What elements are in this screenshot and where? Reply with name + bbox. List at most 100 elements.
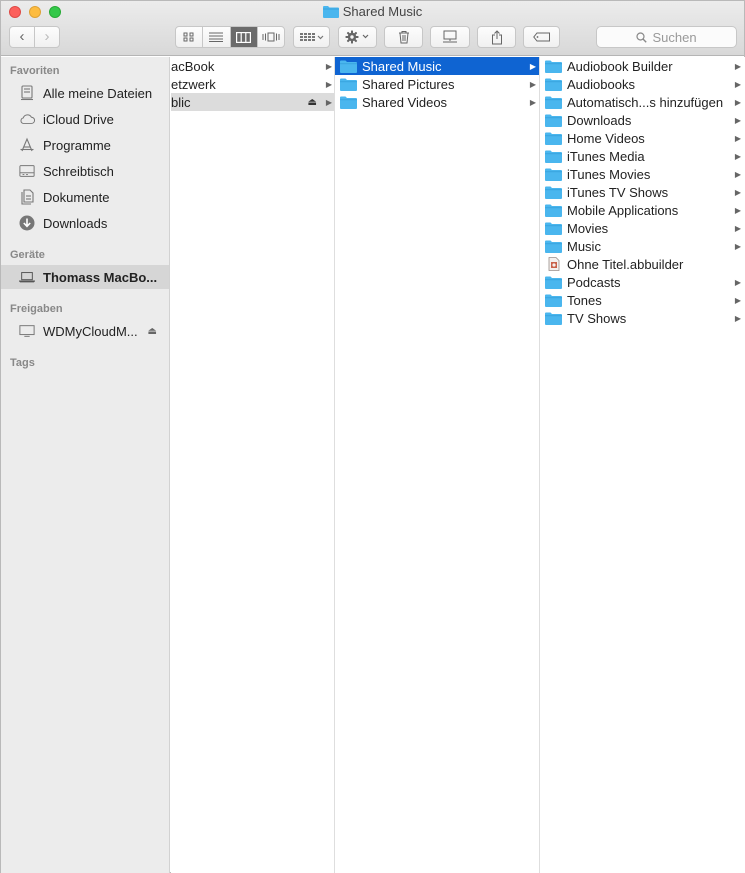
column-public: Shared Music ▶ Shared Pictures ▶ Shared … xyxy=(335,57,540,873)
item-label: iTunes Media xyxy=(567,148,645,164)
list-item[interactable]: Audiobooks ▶ xyxy=(540,75,744,93)
connect-server-button[interactable] xyxy=(430,26,470,48)
item-label: TV Shows xyxy=(567,310,627,326)
cover-flow-view-icon[interactable] xyxy=(256,27,284,47)
list-item[interactable]: iTunes TV Shows ▶ xyxy=(540,183,744,201)
disclosure-arrow-icon: ▶ xyxy=(734,241,741,251)
item-label: blic xyxy=(171,94,191,110)
disclosure-arrow-icon: ▶ xyxy=(734,277,741,287)
disclosure-arrow-icon: ▶ xyxy=(734,115,741,125)
sidebar-item-label: iCloud Drive xyxy=(43,111,114,127)
list-item[interactable]: Home Videos ▶ xyxy=(540,129,744,147)
window-title: Shared Music xyxy=(342,4,423,19)
disclosure-arrow-icon: ▶ xyxy=(529,79,536,89)
chevron-right-icon[interactable]: › xyxy=(34,27,59,47)
sidebar-header-devices: Geräte xyxy=(10,249,45,261)
list-item[interactable]: Ohne Titel.abbuilder xyxy=(540,255,744,273)
titlebar: Shared Music ‹ › Suchen xyxy=(1,1,744,56)
finder-window: Shared Music ‹ › Suchen Favoriten Alle m… xyxy=(0,0,745,873)
sidebar-item-label: Schreibtisch xyxy=(43,163,114,179)
disclosure-arrow-icon: ▶ xyxy=(529,61,536,71)
chevron-left-icon[interactable]: ‹ xyxy=(10,27,34,47)
list-item-selected[interactable]: blic ⏏ ▶ xyxy=(171,93,334,111)
disclosure-arrow-icon: ▶ xyxy=(325,61,332,71)
sidebar-item-downloads[interactable]: Downloads xyxy=(1,211,169,235)
folder-icon xyxy=(340,96,357,109)
item-label: Home Videos xyxy=(567,130,645,146)
sidebar-item-applications[interactable]: Programme xyxy=(1,133,169,157)
item-label: Audiobooks xyxy=(567,76,635,92)
document-icon xyxy=(548,257,560,271)
sidebar-header-favorites: Favoriten xyxy=(10,65,60,77)
list-item[interactable]: iTunes Media ▶ xyxy=(540,147,744,165)
share-icon xyxy=(491,29,502,44)
item-label: Shared Pictures xyxy=(362,76,455,92)
disclosure-arrow-icon: ▶ xyxy=(734,313,741,323)
folder-icon xyxy=(545,96,562,109)
window-title-bar: Shared Music xyxy=(1,4,744,21)
sidebar-item-label: Downloads xyxy=(43,215,108,231)
eject-icon[interactable]: ⏏ xyxy=(148,326,157,337)
navigation-buttons: ‹ › xyxy=(9,26,60,48)
share-button[interactable] xyxy=(477,26,516,48)
eject-icon[interactable]: ⏏ xyxy=(308,97,317,108)
folder-icon xyxy=(545,60,562,73)
list-item[interactable]: acBook ▶ xyxy=(171,57,334,75)
disclosure-arrow-icon: ▶ xyxy=(325,79,332,89)
column-view-icon[interactable] xyxy=(229,27,257,47)
list-item[interactable]: Music ▶ xyxy=(540,237,744,255)
folder-icon xyxy=(545,222,562,235)
sidebar-item-label: WDMyCloudM... xyxy=(43,323,138,339)
column-parent: acBook ▶ etzwerk ▶ blic ⏏ ▶ xyxy=(171,57,335,873)
list-view-icon[interactable] xyxy=(202,27,229,47)
sidebar-item-icloud-drive[interactable]: iCloud Drive xyxy=(1,107,169,131)
folder-icon xyxy=(340,60,357,73)
list-item[interactable]: Downloads ▶ xyxy=(540,111,744,129)
folder-icon xyxy=(545,186,562,199)
gear-icon xyxy=(345,30,368,44)
folder-icon xyxy=(340,78,357,91)
sidebar-item-macbook[interactable]: Thomass MacBo... xyxy=(1,265,169,289)
list-item[interactable]: Shared Videos ▶ xyxy=(335,93,539,111)
disclosure-arrow-icon: ▶ xyxy=(734,97,741,107)
folder-icon xyxy=(545,240,562,253)
item-label: Podcasts xyxy=(567,274,621,290)
disclosure-arrow-icon: ▶ xyxy=(734,61,741,71)
sidebar-item-desktop[interactable]: Schreibtisch xyxy=(1,159,169,183)
list-item[interactable]: Podcasts ▶ xyxy=(540,273,744,291)
disclosure-arrow-icon: ▶ xyxy=(734,187,741,197)
folder-icon xyxy=(545,150,562,163)
item-label: Shared Music xyxy=(362,58,442,74)
list-item[interactable]: Tones ▶ xyxy=(540,291,744,309)
list-item[interactable]: Mobile Applications ▶ xyxy=(540,201,744,219)
folder-icon xyxy=(545,168,562,181)
documents-icon xyxy=(19,189,35,205)
tag-button[interactable] xyxy=(523,26,560,48)
search-field[interactable]: Suchen xyxy=(596,26,737,48)
icon-view-icon[interactable] xyxy=(176,27,202,47)
arrange-button[interactable] xyxy=(293,26,330,48)
list-item-selected[interactable]: Shared Music ▶ xyxy=(335,57,539,75)
list-item[interactable]: Automatisch...s hinzufügen ▶ xyxy=(540,93,744,111)
sidebar-item-wdmycloud[interactable]: WDMyCloudM... ⏏ xyxy=(1,319,169,343)
list-item[interactable]: Shared Pictures ▶ xyxy=(335,75,539,93)
item-label: Mobile Applications xyxy=(567,202,679,218)
search-icon xyxy=(636,31,648,43)
item-label: Automatisch...s hinzufügen xyxy=(567,94,724,110)
list-item[interactable]: Movies ▶ xyxy=(540,219,744,237)
sidebar-header-tags: Tags xyxy=(10,357,35,369)
trash-button[interactable] xyxy=(384,26,423,48)
folder-icon xyxy=(545,114,562,127)
sidebar-item-label: Dokumente xyxy=(43,189,110,205)
list-item[interactable]: TV Shows ▶ xyxy=(540,309,744,327)
tag-icon xyxy=(532,32,550,42)
list-item[interactable]: iTunes Movies ▶ xyxy=(540,165,744,183)
list-item[interactable]: etzwerk ▶ xyxy=(171,75,334,93)
disclosure-arrow-icon: ▶ xyxy=(734,79,741,89)
list-item[interactable]: Audiobook Builder ▶ xyxy=(540,57,744,75)
desktop-icon xyxy=(19,163,35,179)
action-gear-button[interactable] xyxy=(338,26,377,48)
sidebar-item-all-files[interactable]: Alle meine Dateien xyxy=(1,81,169,105)
item-label: acBook xyxy=(171,58,215,74)
sidebar-item-documents[interactable]: Dokumente xyxy=(1,185,169,209)
